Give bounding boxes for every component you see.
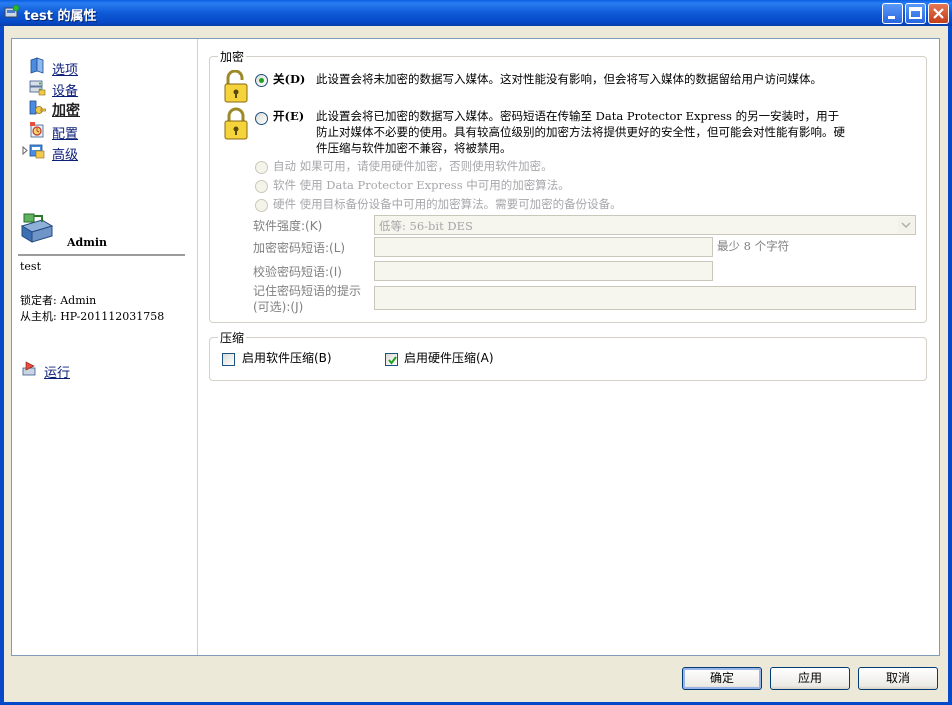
nav-label-config: 配置 <box>52 127 79 142</box>
key-icon <box>29 100 46 115</box>
maximize-button[interactable] <box>905 3 926 24</box>
encryption-auto-radio[interactable] <box>255 161 268 174</box>
ok-button[interactable]: 确定 <box>682 667 762 690</box>
minimize-icon <box>888 16 895 19</box>
close-window-button[interactable] <box>928 3 949 24</box>
nav-label-options: 选项 <box>52 63 79 78</box>
window-title: test 的属性 <box>24 9 97 24</box>
close-icon <box>933 8 944 19</box>
hardware-compression-label[interactable]: 启用硬件压缩(A) <box>404 351 494 367</box>
encryption-on-radio[interactable] <box>255 112 268 125</box>
cancel-button[interactable]: 取消 <box>858 667 938 690</box>
user-divider <box>18 254 185 256</box>
book-icon <box>30 57 44 74</box>
encryption-software-label: 软件 使用 Data Protector Express 中可用的加密算法。 <box>273 178 570 192</box>
software-compression-label[interactable]: 启用软件压缩(B) <box>242 351 332 367</box>
locked-padlock-icon <box>224 107 248 140</box>
run-label: 运行 <box>44 366 71 381</box>
strength-select[interactable]: 低等: 56-bit DES <box>374 215 916 235</box>
device-icon <box>29 80 46 96</box>
advanced-icon <box>29 144 45 159</box>
hardware-compression-checkbox[interactable] <box>385 353 398 366</box>
properties-content: 选项 设备 加密 配置 高级 Admin test 锁定者: Admin 从主机… <box>11 38 940 656</box>
reminder-label-1: 记住密码短语的提示 <box>253 284 362 298</box>
encryption-off-description: 此设置会将未加密的数据写入媒体。这对性能没有影响，但会将写入媒体的数据留给用户访… <box>316 72 822 86</box>
host-label: test <box>20 260 41 273</box>
nav-label-encryption: 加密 <box>52 103 80 119</box>
app-icon <box>4 4 20 18</box>
maximize-icon <box>909 7 922 19</box>
encryption-group-title: 加密 <box>218 48 247 65</box>
from-host-text: 从主机: HP-201112031758 <box>20 310 165 323</box>
encryption-group: 加密 关(D) 此设置会将未加密的数据写入媒体。这对性能没有影响，但会将写入媒体… <box>209 48 927 323</box>
verify-label: 校验密码短语:(I) <box>253 265 342 279</box>
encryption-on-desc-1: 此设置会将已加密的数据写入媒体。密码短语在传输至 Data Protector … <box>316 109 840 123</box>
encryption-on-label[interactable]: 开(E) <box>273 109 304 125</box>
encryption-on-desc-3: 件压缩与软件加密不兼容，将被禁用。 <box>316 141 512 155</box>
user-name: Admin <box>67 236 108 249</box>
compression-group: 压缩 启用软件压缩(B) 启用硬件压缩(A) <box>209 329 927 381</box>
strength-value: 低等: 56-bit DES <box>379 219 473 233</box>
left-pane: 选项 设备 加密 配置 高级 Admin test 锁定者: Admin 从主机… <box>12 39 198 655</box>
computer-user-icon <box>20 213 54 243</box>
nav-label-devices: 设备 <box>52 84 79 99</box>
dropdown-arrow-icon <box>898 217 914 233</box>
locked-by-text: 锁定者: Admin <box>20 294 97 307</box>
encryption-software-radio[interactable] <box>255 180 268 193</box>
encryption-auto-label: 自动 如果可用，请使用硬件加密，否则使用软件加密。 <box>273 159 553 173</box>
nav-label-advanced: 高级 <box>52 148 79 163</box>
encryption-off-radio[interactable] <box>255 74 268 87</box>
encryption-off-label[interactable]: 关(D) <box>273 72 305 88</box>
passphrase-label: 加密密码短语:(L) <box>253 241 346 255</box>
minimize-button[interactable] <box>882 3 903 24</box>
passphrase-hint: 最少 8 个字符 <box>717 239 790 253</box>
checkmark-icon <box>388 356 397 365</box>
compression-group-title: 压缩 <box>218 329 247 346</box>
encryption-hardware-label: 硬件 使用目标备份设备中可用的加密算法。需要可加密的备份设备。 <box>273 197 622 211</box>
config-icon <box>30 122 44 138</box>
reminder-input[interactable] <box>374 286 916 310</box>
encryption-hardware-radio[interactable] <box>255 199 268 212</box>
apply-button[interactable]: 应用 <box>770 667 850 690</box>
verify-passphrase-input[interactable] <box>374 261 713 281</box>
passphrase-input[interactable] <box>374 237 713 257</box>
software-compression-checkbox[interactable] <box>222 353 235 366</box>
run-icon <box>22 361 36 376</box>
unlocked-padlock-icon <box>224 70 248 103</box>
strength-label: 软件强度:(K) <box>253 219 323 233</box>
reminder-label-2: (可选):(J) <box>253 300 304 314</box>
encryption-on-desc-2: 防止对媒体不必要的使用。具有较高位级别的加密方法将提供更好的安全性，但可能会对性… <box>316 125 845 139</box>
title-bar: test 的属性 <box>0 0 952 26</box>
